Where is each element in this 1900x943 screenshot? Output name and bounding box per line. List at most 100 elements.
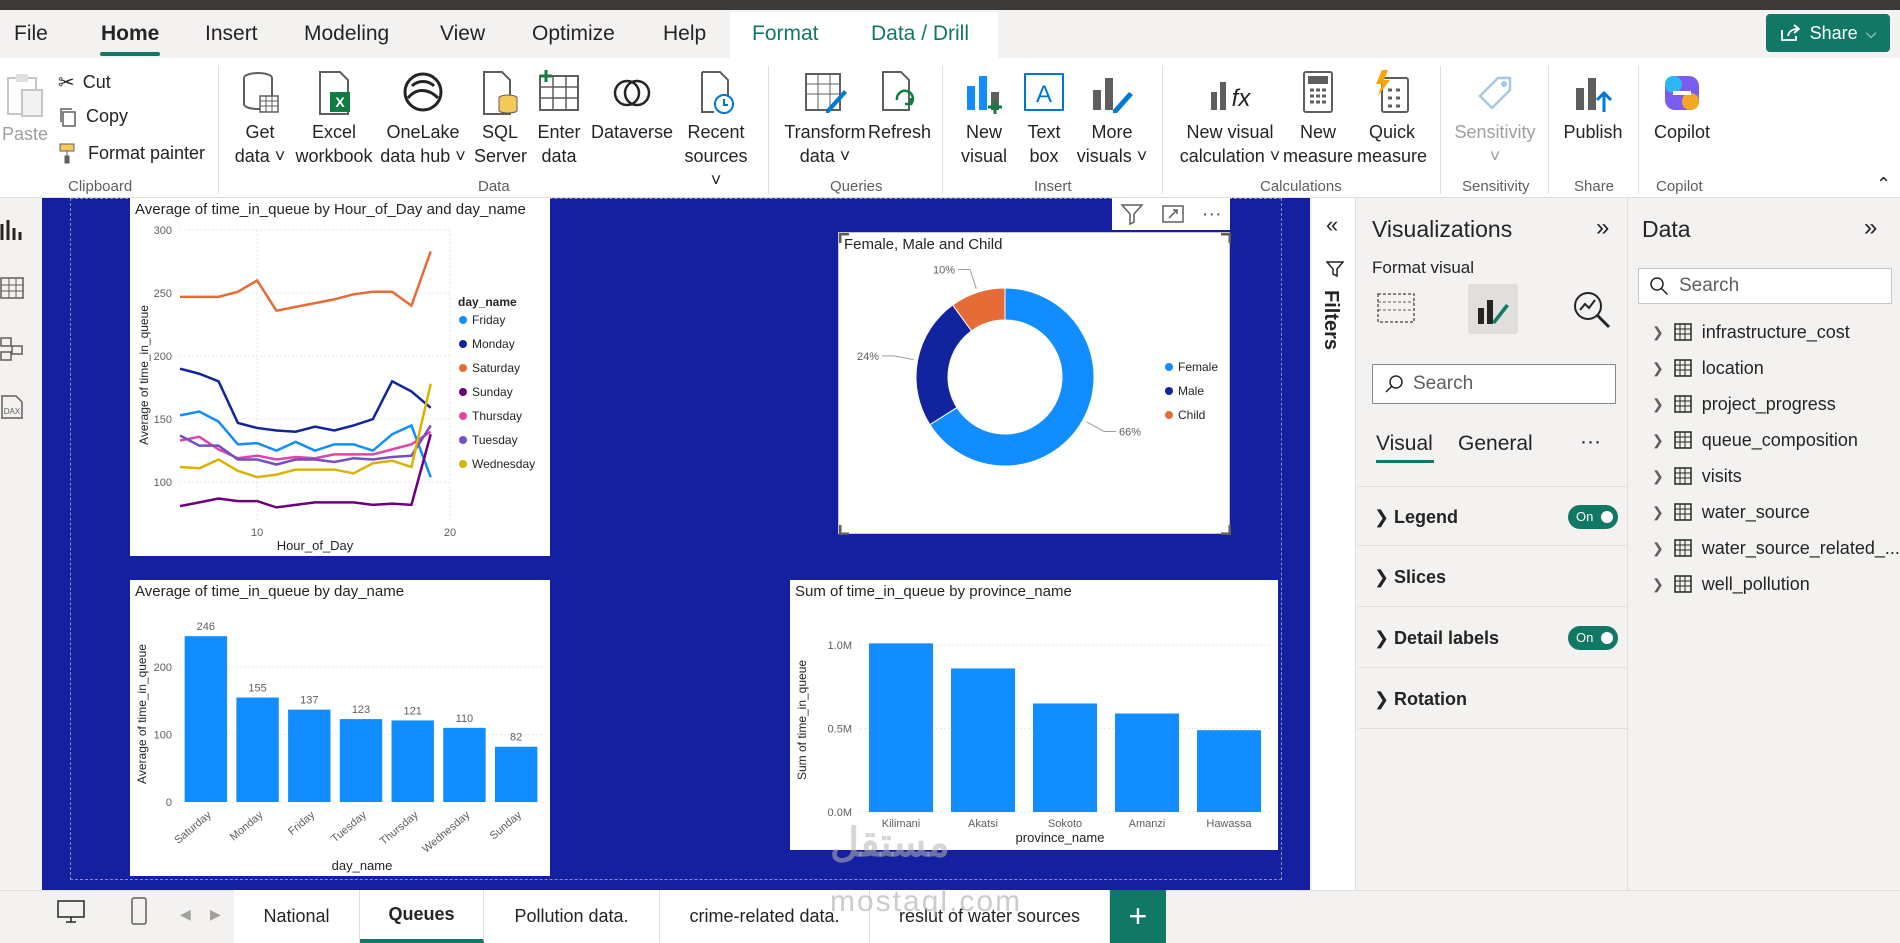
- chevron-right-icon: ❯: [1374, 507, 1390, 527]
- new-visual-button[interactable]: New visual: [956, 70, 1012, 168]
- build-visual-icon[interactable]: [1376, 290, 1416, 326]
- table-name: visits: [1701, 465, 1742, 486]
- leader-line: [882, 355, 914, 361]
- tab-home[interactable]: Home: [101, 22, 159, 46]
- table-name: well_pollution: [1701, 573, 1810, 594]
- collapse-ribbon-icon[interactable]: ⌃: [1876, 174, 1891, 195]
- refresh-button[interactable]: Refresh: [868, 70, 931, 144]
- dax-query-view-icon[interactable]: DAX: [0, 394, 24, 420]
- new-visual-line1: New: [965, 122, 1002, 142]
- enter-data-button[interactable]: Enter data: [534, 70, 584, 168]
- page-tab-pollution[interactable]: Pollution data.: [484, 890, 660, 943]
- bar-hawassa: [1197, 730, 1261, 812]
- search-icon: [1385, 375, 1403, 393]
- tab-format[interactable]: Format: [752, 22, 819, 46]
- x-tick-label: Thursday: [378, 809, 421, 848]
- search-placeholder: Search: [1413, 373, 1474, 394]
- data-table-item[interactable]: ❯ queue_composition: [1652, 426, 1858, 454]
- table-view-icon[interactable]: [0, 276, 24, 300]
- data-table-item[interactable]: ❯ visits: [1652, 462, 1742, 490]
- copilot-label: Copilot: [1653, 122, 1711, 142]
- transform-data-button[interactable]: Transform data ˅: [782, 70, 868, 168]
- collapse-visualizations-icon[interactable]: »: [1596, 214, 1609, 242]
- desktop-layout-icon[interactable]: [56, 898, 86, 924]
- tab-insert[interactable]: Insert: [205, 22, 258, 46]
- detail-labels-section[interactable]: ❯ Detail labels On: [1358, 608, 1628, 668]
- recent-sources-button[interactable]: Recent sources ˅: [682, 70, 750, 192]
- add-page-button[interactable]: +: [1110, 890, 1166, 943]
- donut-chart-visual[interactable]: Female, Male and Child 66% 24% 10% Female Ma…: [838, 232, 1231, 535]
- x-tick-label: Friday: [286, 809, 318, 838]
- legend-marker: [459, 364, 467, 372]
- text-box-button[interactable]: A Text box: [1018, 70, 1070, 168]
- rotation-section[interactable]: ❯ Rotation: [1358, 669, 1628, 729]
- data-search-input[interactable]: Search: [1638, 268, 1892, 304]
- detail-label: 24%: [857, 351, 879, 363]
- filters-pane[interactable]: « Filters: [1312, 198, 1356, 890]
- tab-file[interactable]: File: [14, 22, 48, 46]
- transform-icon: [805, 73, 847, 113]
- focus-mode-icon[interactable]: [1161, 202, 1185, 226]
- x-axis-title: province_name: [1016, 830, 1105, 845]
- excel-workbook-button[interactable]: X Excel workbook: [294, 70, 374, 168]
- scroll-tabs-left-icon[interactable]: ◀: [180, 906, 191, 923]
- data-table-item[interactable]: ❯ location: [1652, 354, 1764, 382]
- visualizations-search-input[interactable]: Search: [1372, 364, 1616, 404]
- collapse-filters-icon[interactable]: «: [1326, 212, 1338, 238]
- data-table-item[interactable]: ❯ well_pollution: [1652, 570, 1810, 598]
- scroll-tabs-right-icon[interactable]: ▶: [210, 906, 221, 923]
- tab-optimize[interactable]: Optimize: [532, 22, 615, 46]
- analytics-icon[interactable]: [1572, 290, 1612, 330]
- day-bar-chart-visual[interactable]: Average of time_in_queue by day_name 0 10…: [130, 580, 550, 876]
- new-visual-calculation-button[interactable]: fx New visual calculation ˅: [1174, 70, 1286, 168]
- filter-icon[interactable]: [1120, 202, 1144, 226]
- quick-measure-button[interactable]: Quick measure: [1354, 70, 1430, 168]
- svg-text:DAX: DAX: [4, 407, 21, 416]
- bar-amanzi: [1115, 713, 1179, 812]
- new-measure-button[interactable]: New measure: [1282, 70, 1354, 168]
- data-label: 121: [404, 705, 422, 717]
- copilot-button[interactable]: Copilot: [1646, 70, 1718, 144]
- data-label: 246: [197, 621, 215, 633]
- slices-section[interactable]: ❯ Slices: [1358, 547, 1628, 607]
- legend-item: Child: [1178, 408, 1205, 422]
- mobile-layout-icon[interactable]: [130, 896, 148, 926]
- format-painter-button[interactable]: Format painter: [58, 142, 205, 164]
- get-data-button[interactable]: Get data ˅: [232, 70, 288, 168]
- sensitivity-button[interactable]: Sensitivity ˅: [1448, 70, 1542, 168]
- page-tab-queues[interactable]: Queues: [360, 890, 484, 943]
- sql-server-button[interactable]: SQL Server: [474, 70, 527, 168]
- onelake-data-hub-button[interactable]: OneLake data hub ˅: [378, 70, 468, 168]
- province-bar-chart-visual[interactable]: Sum of time_in_queue by province_name 0.…: [790, 580, 1278, 850]
- format-visual-tab[interactable]: [1468, 284, 1518, 334]
- tab-general[interactable]: General: [1458, 432, 1533, 456]
- page-tab-national[interactable]: National: [234, 890, 360, 943]
- dataverse-button[interactable]: Dataverse: [590, 70, 674, 144]
- data-table-item[interactable]: ❯ water_source: [1652, 498, 1810, 526]
- copy-button[interactable]: Copy: [58, 106, 128, 127]
- publish-button[interactable]: Publish: [1558, 70, 1628, 144]
- data-table-item[interactable]: ❯ project_progress: [1652, 390, 1836, 418]
- tab-view[interactable]: View: [440, 22, 485, 46]
- title-strip: [0, 0, 1900, 10]
- more-options-icon[interactable]: ···: [1202, 203, 1222, 226]
- more-options-icon[interactable]: ···: [1580, 430, 1601, 454]
- detail-labels-toggle[interactable]: On: [1568, 626, 1618, 650]
- tab-visual[interactable]: Visual: [1376, 432, 1433, 456]
- paste-button[interactable]: Paste: [2, 72, 48, 146]
- data-table-item[interactable]: ❯ infrastructure_cost: [1652, 318, 1850, 346]
- tab-data-drill[interactable]: Data / Drill: [871, 22, 969, 46]
- legend-toggle[interactable]: On: [1568, 505, 1618, 529]
- tab-modeling[interactable]: Modeling: [304, 22, 389, 46]
- model-view-icon[interactable]: [0, 336, 24, 362]
- collapse-data-icon[interactable]: »: [1864, 214, 1877, 242]
- report-view-icon[interactable]: [0, 218, 24, 242]
- more-visuals-button[interactable]: More visuals ˅: [1074, 70, 1150, 168]
- share-button[interactable]: Share ⌵: [1766, 14, 1890, 52]
- tab-help[interactable]: Help: [663, 22, 706, 46]
- legend-section[interactable]: ❯ Legend On: [1358, 486, 1628, 546]
- new-visual-calc-line2: calculation ˅: [1179, 146, 1281, 166]
- data-table-item[interactable]: ❯ water_source_related_...: [1652, 534, 1900, 562]
- line-chart-visual[interactable]: Average of time_in_queue by Hour_of_Day …: [130, 198, 550, 556]
- cut-button[interactable]: ✂ Cut: [58, 70, 111, 95]
